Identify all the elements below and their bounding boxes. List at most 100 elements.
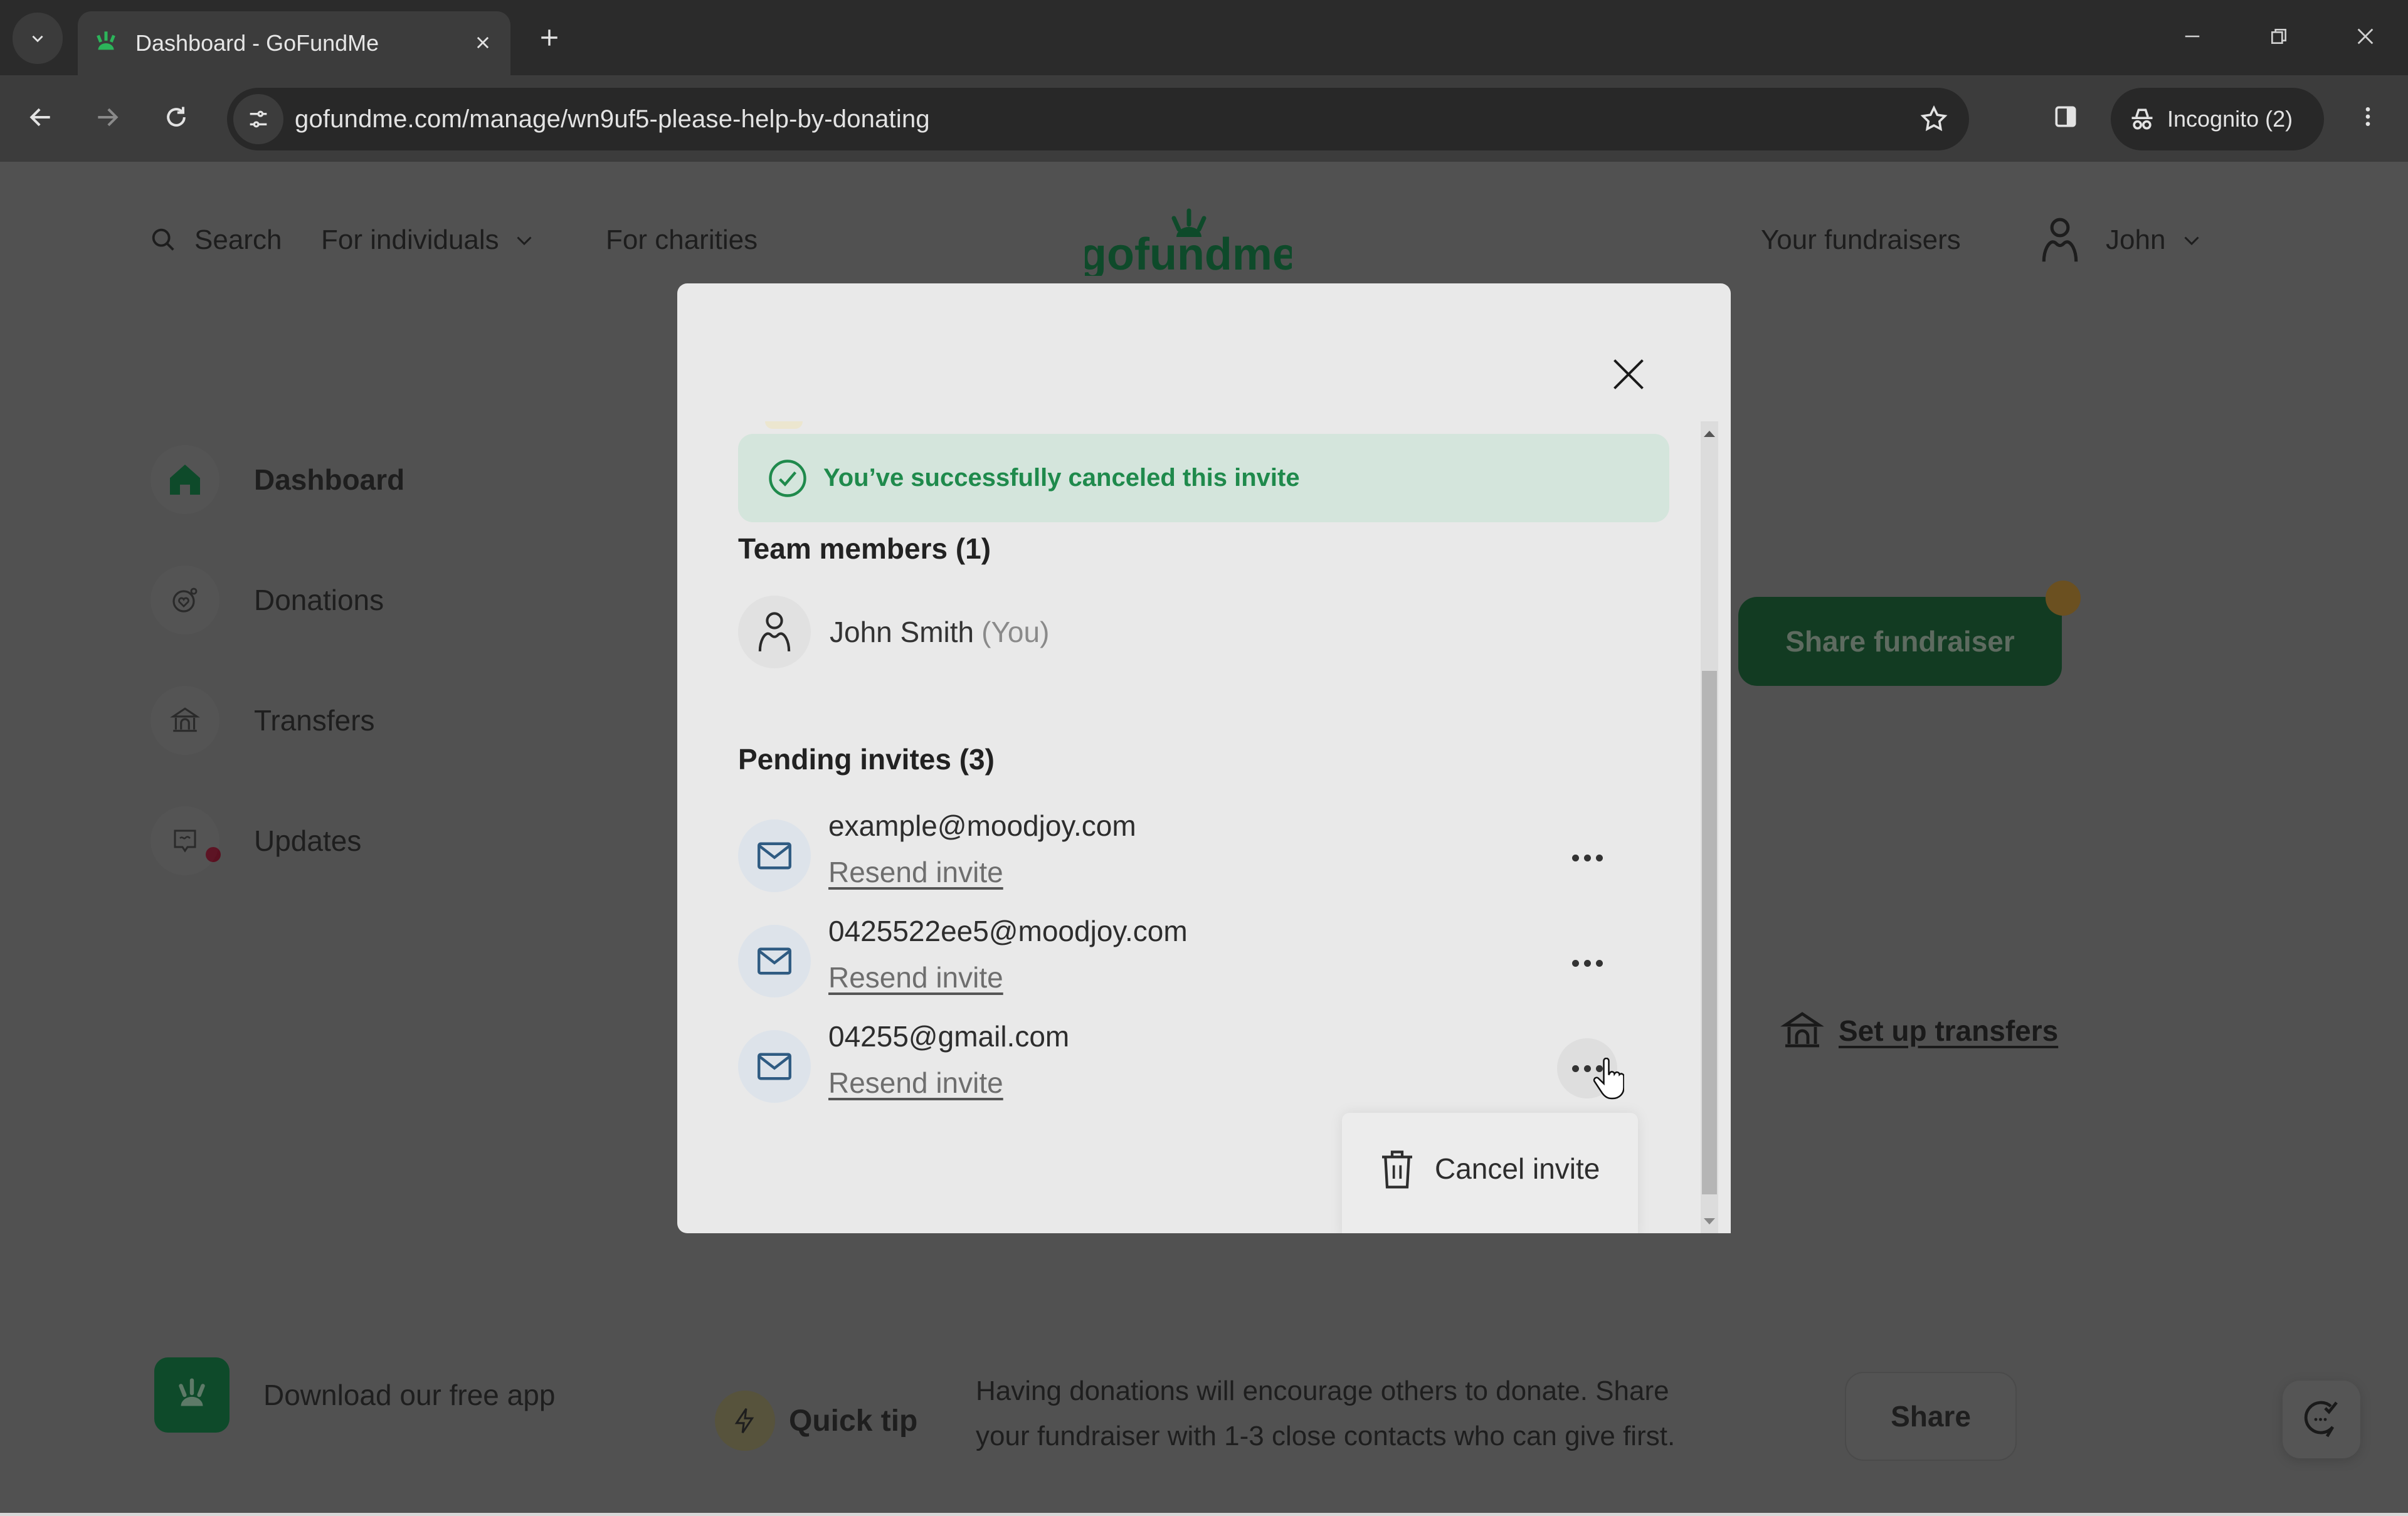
tab-title: Dashboard - GoFundMe [135, 30, 379, 56]
browser-menu-button[interactable] [2349, 98, 2387, 135]
restore-icon [2271, 29, 2286, 44]
triangle-up-icon [1704, 431, 1715, 437]
app-icon-tile [154, 1357, 230, 1433]
incognito-icon [2131, 108, 2153, 130]
cancel-invite-menu-item[interactable]: Cancel invite [1377, 1147, 1600, 1191]
for-individuals-menu[interactable]: For individuals [321, 224, 536, 256]
mail-avatar [738, 819, 811, 892]
bank-icon [1780, 1012, 1824, 1048]
avatar [738, 596, 811, 668]
hidden-content-edge [765, 421, 803, 429]
search-icon [152, 228, 174, 251]
gofundme-logo[interactable]: gofundme [1085, 207, 1292, 276]
sidebar-item-donations[interactable]: Donations [150, 559, 652, 641]
more-horizontal-icon [1571, 854, 1603, 861]
forward-button[interactable] [85, 95, 129, 139]
search-link[interactable]: Search [149, 224, 282, 256]
browser-tab-active[interactable]: Dashboard - GoFundMe [78, 11, 510, 75]
user-name: John [2106, 224, 2166, 255]
scroll-down-button[interactable] [1701, 1213, 1718, 1231]
browser-toolbar: gofundme.com/manage/wn9uf5-please-help-b… [0, 75, 2408, 162]
tune-icon [250, 110, 267, 128]
sidebar-item-dashboard[interactable]: Dashboard [150, 439, 652, 520]
invite-options-button[interactable] [1557, 933, 1617, 993]
member-you-tag: (You) [981, 616, 1050, 648]
resend-invite-link[interactable]: Resend invite [828, 1066, 1003, 1100]
help-chat-button[interactable] [2283, 1381, 2360, 1458]
scroll-up-button[interactable] [1701, 424, 1718, 443]
team-members-heading: Team members (1) [738, 532, 991, 565]
more-horizontal-icon [1571, 959, 1603, 967]
back-button[interactable] [19, 95, 63, 139]
sidebar-item-updates[interactable]: Updates [150, 800, 652, 882]
for-charities-link[interactable]: For charities [606, 224, 758, 256]
quick-tip: Quick tip [715, 1391, 917, 1451]
hand-cursor-icon [1593, 1058, 1624, 1100]
bookmark-button[interactable] [1916, 102, 1951, 137]
share-fundraiser-button[interactable]: Share fundraiser [1738, 597, 2062, 686]
chat-check-icon [2304, 1401, 2338, 1438]
chevron-down-icon [32, 35, 43, 43]
sidebar-item-label: Updates [254, 824, 362, 857]
invite-options-menu: Cancel invite [1342, 1113, 1638, 1233]
pending-invites-heading: Pending invites (3) [738, 743, 995, 776]
side-panel-button[interactable] [2047, 98, 2084, 135]
cancel-invite-label: Cancel invite [1435, 1152, 1600, 1185]
resend-invite-link[interactable]: Resend invite [828, 961, 1003, 994]
site-info-button[interactable] [233, 94, 283, 144]
chevron-down-icon [517, 236, 532, 246]
bank-icon-wrap [150, 686, 219, 755]
reload-button[interactable] [154, 95, 198, 139]
user-icon [2042, 218, 2078, 262]
tab-close-button[interactable] [467, 26, 499, 59]
invite-options-button[interactable] [1557, 828, 1617, 888]
arrow-left-icon [29, 108, 50, 127]
home-icon-wrap [150, 445, 219, 514]
mail-avatar [738, 925, 811, 998]
lightning-icon [734, 1408, 754, 1434]
invite-email: 04255@gmail.com [828, 1020, 1070, 1053]
sidebar-item-label: Transfers [254, 704, 375, 737]
address-bar[interactable]: gofundme.com/manage/wn9uf5-please-help-b… [227, 88, 1969, 150]
setup-transfers-label: Set up transfers [1839, 1014, 2059, 1047]
donations-icon [172, 587, 198, 613]
your-fundraisers-link[interactable]: Your fundraisers [1761, 224, 1961, 256]
minimize-button[interactable] [2173, 18, 2211, 55]
incognito-profile-button[interactable]: Incognito (2) [2111, 88, 2324, 150]
share-badge [2046, 581, 2081, 616]
modal-content-scroll[interactable]: You’ve successfully canceled this invite… [677, 421, 1701, 1233]
url-text[interactable]: gofundme.com/manage/wn9uf5-please-help-b… [295, 105, 930, 134]
invite-email: 0425522ee5@moodjoy.com [828, 915, 1188, 947]
updates-icon-wrap [150, 806, 219, 875]
setup-transfers-link[interactable]: Set up transfers [1780, 1008, 2058, 1053]
tab-search-button[interactable] [13, 13, 63, 64]
quick-tip-line: your fundraiser with 1-3 close contacts … [976, 1421, 1676, 1451]
success-message: You’ve successfully canceled this invite [823, 464, 1300, 492]
user-icon [758, 612, 791, 651]
trash-icon [1382, 1150, 1412, 1189]
download-app-link[interactable]: Download our free app [154, 1357, 555, 1433]
new-tab-button[interactable] [533, 21, 566, 54]
user-menu[interactable]: John [2033, 206, 2203, 275]
invite-row: 0425522ee5@moodjoy.com Resend invite [738, 914, 1669, 1008]
modal-scrollbar[interactable] [1701, 421, 1718, 1233]
check-circle-icon [769, 459, 806, 497]
restore-button[interactable] [2260, 18, 2298, 55]
mail-avatar [738, 1030, 811, 1103]
for-individuals-label: For individuals [321, 224, 499, 255]
modal-close-button[interactable] [1600, 346, 1657, 403]
browser-tab-bar: Dashboard - GoFundMe [0, 0, 2408, 75]
scrollbar-thumb[interactable] [1702, 671, 1717, 1194]
quick-tip-line: Having donations will encourage others t… [976, 1376, 1669, 1406]
reload-icon [167, 107, 186, 127]
search-label: Search [194, 224, 282, 255]
close-window-button[interactable] [2347, 18, 2384, 55]
resend-invite-link[interactable]: Resend invite [828, 855, 1003, 889]
close-icon [1613, 359, 1644, 389]
share-button[interactable]: Share [1845, 1372, 2017, 1461]
home-icon [170, 465, 200, 495]
sidebar-item-transfers[interactable]: Transfers [150, 680, 652, 761]
close-icon [477, 36, 489, 49]
invite-row: 04255@gmail.com Resend invite [738, 1019, 1669, 1113]
avatar [2033, 206, 2087, 275]
